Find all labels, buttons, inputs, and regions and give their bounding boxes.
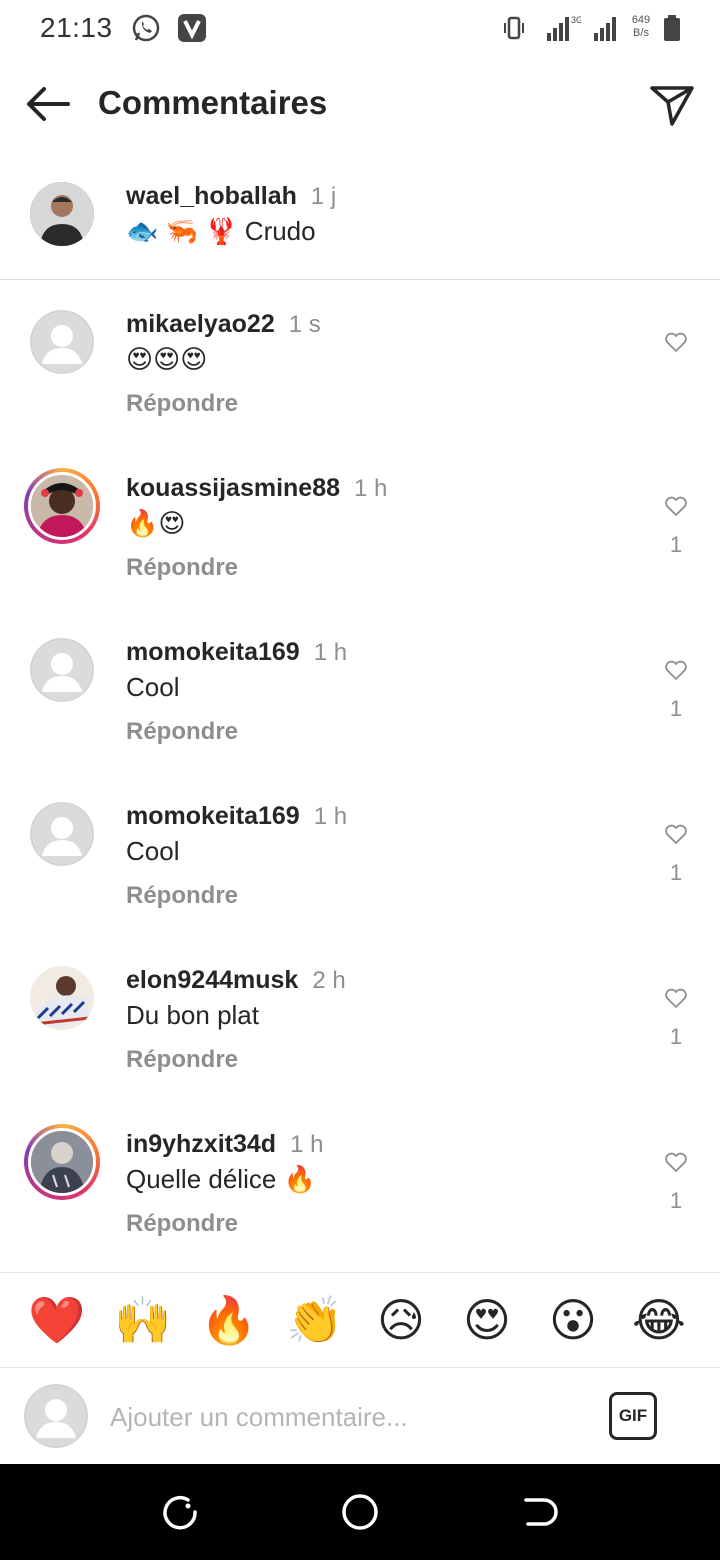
avatar[interactable] bbox=[30, 966, 94, 1030]
header: Commentaires bbox=[0, 64, 720, 144]
caption-username-text: wael_hoballah bbox=[126, 182, 297, 210]
back-nav-icon[interactable] bbox=[520, 1492, 560, 1532]
v-app-icon bbox=[176, 12, 208, 44]
comment-time: 1 s bbox=[288, 311, 321, 338]
svg-text:3G: 3G bbox=[571, 15, 581, 25]
comment-item: momokeita169 1 h Cool Répondre 1 bbox=[0, 796, 720, 960]
comment-input[interactable]: Ajouter un commentaire... bbox=[110, 1402, 408, 1433]
comment-time: 1 h bbox=[313, 803, 348, 830]
comment-username-text: momokeita169 bbox=[126, 802, 300, 830]
status-bar: 21:13 3G 649 B/s bbox=[0, 0, 720, 60]
reaction-red-heart[interactable]: ❤️ bbox=[28, 1291, 86, 1349]
avatar bbox=[24, 1384, 88, 1448]
reaction-heart-eyes[interactable]: 😍 bbox=[458, 1291, 516, 1349]
status-time: 21:13 bbox=[40, 12, 113, 43]
comment-username[interactable]: momokeita169 1 h bbox=[126, 802, 347, 831]
comment-text: Cool bbox=[126, 672, 180, 702]
reaction-surprised-face[interactable]: 😮 bbox=[544, 1291, 602, 1349]
system-nav-bar bbox=[0, 1464, 720, 1560]
comment-composer: Ajouter un commentaire... GIF bbox=[0, 1368, 720, 1464]
reaction-tears-of-joy[interactable]: 😂 bbox=[630, 1291, 688, 1349]
reply-button[interactable]: Répondre bbox=[126, 1046, 238, 1074]
back-arrow-icon[interactable] bbox=[24, 82, 72, 126]
post-caption: wael_hoballah 1 j 🐟 🦐 🦞 Crudo bbox=[0, 170, 720, 280]
caption-username[interactable]: wael_hoballah 1 j bbox=[126, 182, 336, 211]
reply-button[interactable]: Répondre bbox=[126, 554, 238, 582]
comment-item: elon9244musk 2 h Du bon plat Répondre 1 bbox=[0, 960, 720, 1124]
comment-text: Cool bbox=[126, 836, 180, 866]
comment-time: 1 h bbox=[354, 475, 388, 502]
reply-button[interactable]: Répondre bbox=[126, 718, 238, 746]
like-count: 1 bbox=[669, 532, 683, 557]
reaction-sad-face[interactable]: 😥 bbox=[372, 1291, 430, 1349]
comment-item: in9yhzxit34d 1 h Quelle délice 🔥 Répondre… bbox=[0, 1124, 720, 1288]
like-count: 1 bbox=[669, 696, 683, 721]
comment-username[interactable]: momokeita169 1 h bbox=[126, 638, 347, 667]
home-icon[interactable] bbox=[340, 1492, 380, 1532]
avatar[interactable] bbox=[30, 310, 94, 374]
comment-username[interactable]: kouassijasmine88 1 h bbox=[126, 474, 387, 503]
battery-icon bbox=[662, 12, 682, 44]
like-count: 1 bbox=[669, 1024, 683, 1049]
avatar[interactable] bbox=[30, 638, 94, 702]
reaction-bar: ❤️ 🙌 🔥 👏 😥 😍 😮 😂 bbox=[0, 1272, 720, 1368]
whatsapp-icon bbox=[130, 12, 162, 44]
send-icon[interactable] bbox=[648, 80, 696, 128]
comment-username[interactable]: in9yhzxit34d 1 h bbox=[126, 1130, 323, 1159]
signal-icon bbox=[588, 12, 624, 44]
network-speed: 649 B/s bbox=[628, 14, 654, 40]
heart-icon[interactable] bbox=[664, 1150, 688, 1174]
comment-username-text: in9yhzxit34d bbox=[126, 1130, 277, 1158]
heart-icon[interactable] bbox=[664, 822, 688, 846]
like-count: 1 bbox=[669, 860, 683, 885]
comment-text: 🔥😍 bbox=[126, 508, 186, 538]
comment-text: Du bon plat bbox=[126, 1000, 259, 1030]
gif-button[interactable]: GIF bbox=[609, 1392, 657, 1440]
heart-icon[interactable] bbox=[664, 986, 688, 1010]
comment-time: 1 h bbox=[313, 639, 348, 666]
reaction-clapping-hands[interactable]: 👏 bbox=[286, 1291, 344, 1349]
avatar[interactable] bbox=[24, 1124, 100, 1200]
comment-item: kouassijasmine88 1 h 🔥😍 Répondre 1 bbox=[0, 468, 720, 632]
speed-unit: B/s bbox=[633, 27, 649, 39]
page-title: Commentaires bbox=[98, 84, 328, 121]
heart-icon[interactable] bbox=[664, 330, 688, 354]
avatar[interactable] bbox=[30, 802, 94, 866]
caption-time: 1 j bbox=[310, 183, 337, 210]
speed-value: 649 bbox=[631, 14, 651, 26]
comment-username[interactable]: elon9244musk 2 h bbox=[126, 966, 346, 995]
comment-item: momokeita169 1 h Cool Répondre 1 bbox=[0, 632, 720, 796]
comment-username-text: mikaelyao22 bbox=[126, 310, 275, 338]
comment-time: 1 h bbox=[290, 1131, 324, 1158]
heart-icon[interactable] bbox=[664, 658, 688, 682]
reply-button[interactable]: Répondre bbox=[126, 882, 238, 910]
avatar[interactable] bbox=[30, 182, 94, 246]
signal-3g-icon: 3G bbox=[545, 12, 581, 44]
comment-username[interactable]: mikaelyao22 1 s bbox=[126, 310, 321, 339]
like-count: 1 bbox=[669, 1188, 683, 1213]
reply-button[interactable]: Répondre bbox=[126, 390, 238, 418]
reaction-raising-hands[interactable]: 🙌 bbox=[114, 1291, 172, 1349]
recent-apps-icon[interactable] bbox=[160, 1492, 200, 1532]
avatar[interactable] bbox=[24, 468, 100, 544]
comment-time: 2 h bbox=[312, 967, 346, 994]
vibrate-icon bbox=[500, 12, 528, 44]
comment-username-text: kouassijasmine88 bbox=[126, 474, 341, 502]
comment-item: mikaelyao22 1 s 😍😍😍 Répondre bbox=[0, 304, 720, 468]
caption-text: 🐟 🦐 🦞 Crudo bbox=[126, 216, 316, 246]
reaction-fire[interactable]: 🔥 bbox=[200, 1291, 258, 1349]
comment-username-text: momokeita169 bbox=[126, 638, 300, 666]
heart-icon[interactable] bbox=[664, 494, 688, 518]
reply-button[interactable]: Répondre bbox=[126, 1210, 238, 1238]
comment-text: Quelle délice 🔥 bbox=[126, 1164, 316, 1194]
comment-username-text: elon9244musk bbox=[126, 966, 299, 994]
comment-text: 😍😍😍 bbox=[126, 344, 208, 374]
